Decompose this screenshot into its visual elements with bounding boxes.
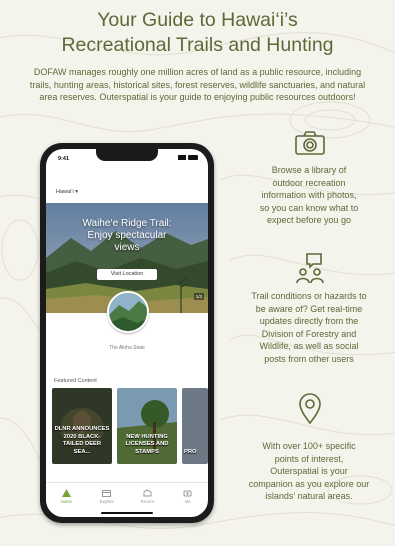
featured-card[interactable]: NEW HUNTING LICENSES AND STAMPS: [117, 388, 177, 464]
feature-poi-text: With over 100+ specific points of intere…: [238, 440, 380, 503]
me-icon: [183, 490, 192, 497]
battery-icon: [188, 155, 198, 160]
hero-title: Waihe‘e Ridge Trail: Enjoy spectacular v…: [46, 218, 208, 254]
featured-card[interactable]: PRO: [182, 388, 208, 464]
hero-title-line-2: Enjoy spectacular: [87, 230, 167, 241]
feature-browse-text: Browse a library of outdoor recreation i…: [238, 164, 380, 227]
home-indicator: [101, 512, 153, 514]
map-pin-icon: [299, 393, 321, 425]
card-title: NEW HUNTING LICENSES AND STAMPS: [125, 433, 169, 455]
badge-label: The Aloha State: [109, 345, 145, 351]
phone-screen: 9:41 Hawai‘i ▾ Waihe‘e Ridge Trail: Enjo…: [46, 149, 208, 517]
state-badge-image: [107, 291, 149, 333]
hero-title-line-1: Waihe‘e Ridge Trail:: [82, 218, 172, 229]
title-line-2: Recreational Trails and Hunting: [61, 34, 334, 56]
tab-home[interactable]: Home: [46, 483, 87, 517]
feature-updates-text: Trail conditions or hazards to be aware …: [238, 290, 380, 365]
tab-label: Recent: [140, 499, 154, 504]
feature-line: Division of Forestry and: [261, 328, 357, 339]
intro-paragraph: DOFAW manages roughly one million acres …: [29, 67, 366, 102]
feature-line: points of interest,: [274, 453, 344, 464]
feature-line: so you can know what to: [259, 202, 359, 213]
phone-notch: [96, 149, 158, 161]
feature-line: outdoor recreation: [272, 177, 346, 188]
feature-line: be aware of? Get real-time: [255, 303, 363, 314]
card-title: DLNR ANNOUNCES 2020 BLACK-TAILED DEER SE…: [54, 426, 110, 455]
card-title: PRO: [184, 448, 197, 455]
hero-title-line-3: views: [114, 242, 140, 253]
tab-label: Home: [60, 499, 72, 504]
feature-line: posts from other users: [264, 353, 354, 364]
title-line-1: Your Guide to Hawai‘i’s: [97, 9, 298, 31]
home-icon: [61, 489, 71, 497]
feature-line: islands’ natural areas.: [265, 491, 353, 501]
visit-location-button[interactable]: Visit Location: [97, 269, 157, 280]
recent-icon: [143, 489, 152, 497]
tab-label: Me: [184, 499, 191, 504]
tab-me[interactable]: Me: [168, 483, 209, 517]
region-selector[interactable]: Hawai‘i ▾: [56, 189, 78, 195]
tab-label: Explore: [99, 499, 114, 504]
explore-icon: [102, 490, 112, 497]
hero-page-count: 1/3: [193, 293, 204, 300]
community-icon: [296, 253, 324, 284]
featured-card[interactable]: DLNR ANNOUNCES 2020 BLACK-TAILED DEER SE…: [52, 388, 112, 464]
feature-line: Outerspatial is your: [270, 466, 348, 476]
camera-icon: [295, 131, 325, 155]
feature-line: companion as you explore our: [248, 478, 370, 489]
feature-line: Wildlife, as well as social: [259, 341, 359, 351]
feature-line: information with photos,: [261, 190, 357, 200]
phone-mockup: 9:41 Hawai‘i ▾ Waihe‘e Ridge Trail: Enjo…: [40, 143, 214, 523]
status-time: 9:41: [58, 156, 70, 162]
page-title: Your Guide to Hawai‘i’s Recreational Tra…: [0, 8, 395, 58]
signal-icon: [178, 155, 186, 160]
featured-content-label: Featured Content: [54, 378, 97, 384]
feature-line: Browse a library of: [271, 165, 347, 175]
feature-line: updates directly from the: [259, 316, 359, 326]
feature-line: With over 100+ specific: [262, 441, 356, 451]
feature-line: Trail conditions or hazards to: [251, 291, 367, 301]
feature-line: expect before you go: [266, 215, 352, 225]
status-icons: [178, 155, 198, 160]
